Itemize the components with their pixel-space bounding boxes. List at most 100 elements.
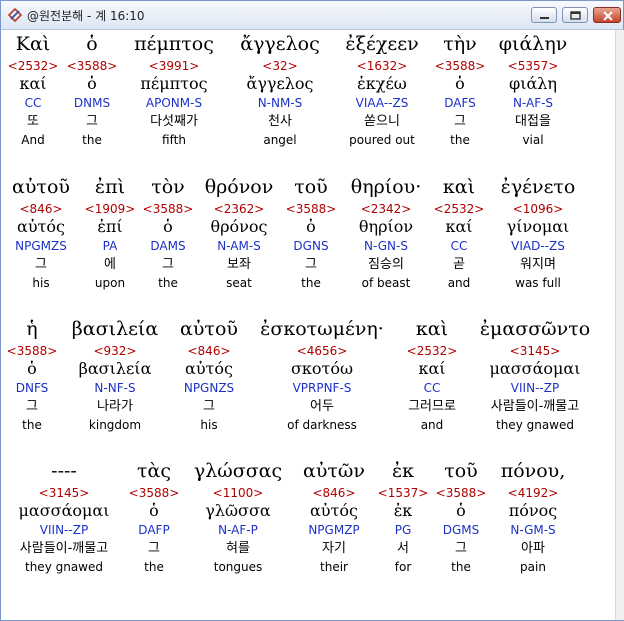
word-column[interactable]: θηρίου· <2342> θηρίον N-GN-S 짐승의 of beast — [351, 175, 421, 291]
word-column[interactable]: ἐπὶ <1909> ἐπί PA 에 upon — [85, 175, 136, 291]
word-column[interactable]: τὰς <3588> ὁ DAFP 그 the — [129, 459, 180, 575]
strong-number[interactable]: <3588> — [436, 485, 487, 501]
strong-number[interactable]: <4192> — [508, 485, 559, 501]
parsing-code: VIIN--ZP — [39, 523, 89, 537]
word-column[interactable]: αὐτοῦ <846> αὐτός NPGMZS 그 his — [12, 175, 70, 291]
word-column[interactable]: ---- <3145> μασσάομαι VIIN--ZP 사람들이-깨물고 they … — [19, 459, 110, 575]
lemma: φιάλη — [508, 74, 557, 93]
strong-number[interactable]: <846> — [19, 201, 62, 217]
word-column[interactable]: ἐγένετο <1096> γίνομαι VIAD--ZS 워지며 was full — [501, 175, 576, 291]
greek-word: ---- — [51, 460, 77, 482]
english-gloss: the — [158, 276, 178, 290]
korean-gloss: 혀를 — [226, 541, 250, 556]
english-gloss: poured out — [349, 133, 415, 147]
korean-gloss: 곧 — [453, 257, 465, 272]
strong-number[interactable]: <1537> — [378, 485, 429, 501]
lemma: ἄγγελος — [246, 74, 314, 93]
word-column[interactable]: θρόνον <2362> θρόνος N-AM-S 보좌 seat — [205, 175, 274, 291]
word-column[interactable]: τοῦ <3588> ὁ DGNS 그 the — [286, 175, 337, 291]
title-bar[interactable]: @원전분해 - 계 16:10 — [1, 1, 623, 30]
strong-number[interactable]: <3588> — [129, 485, 180, 501]
word-column[interactable]: ἐκ <1537> ἐκ PG 서 for — [378, 459, 429, 575]
parsing-code: DAFS — [444, 96, 476, 110]
english-gloss: fifth — [162, 133, 186, 147]
lemma: ὁ — [87, 74, 97, 93]
parsing-code: CC — [423, 381, 441, 395]
strong-number[interactable]: <1100> — [213, 485, 264, 501]
strong-number[interactable]: <4656> — [297, 343, 348, 359]
parsing-code: N-AF-P — [218, 523, 258, 537]
word-column[interactable]: ἐξέχεεν <1632> ἐκχέω VIAA--ZS 쏟으니 poured out — [345, 32, 418, 148]
word-column[interactable]: γλώσσας <1100> γλῶσσα N-AF-P 혀를 tongues — [194, 459, 282, 575]
strong-number[interactable]: <1096> — [513, 201, 564, 217]
minimize-icon — [540, 17, 549, 19]
word-column[interactable]: ἐσκοτωμένη· <4656> σκοτόω VPRPNF-S 어두 of dark… — [260, 317, 384, 433]
word-column[interactable]: Καὶ <2532> καί CC 또 And — [8, 32, 59, 148]
word-column[interactable]: τοῦ <3588> ὁ DGMS 그 the — [436, 459, 487, 575]
word-column[interactable]: ἄγγελος <32> ἄγγελος N-NM-S 천사 angel — [240, 32, 320, 148]
greek-word: καὶ — [442, 176, 476, 198]
korean-gloss: 짐승의 — [368, 257, 404, 272]
word-column[interactable]: αὐτοῦ <846> αὐτός NPGNZS 그 his — [180, 317, 238, 433]
strong-number[interactable]: <1632> — [357, 58, 408, 74]
korean-gloss: 그 — [35, 257, 47, 272]
word-column[interactable]: ὁ <3588> ὁ DNMS 그 the — [67, 32, 118, 148]
word-column[interactable]: αὐτῶν <846> αὐτός NPGMZP 자기 their — [303, 459, 365, 575]
strong-number[interactable]: <932> — [93, 343, 136, 359]
strong-number[interactable]: <2362> — [214, 201, 265, 217]
vertical-scrollbar[interactable] — [615, 30, 624, 620]
strong-number[interactable]: <3145> — [510, 343, 561, 359]
word-column[interactable]: φιάλην <5357> φιάλη N-AF-S 대접을 vial — [499, 32, 568, 148]
strong-number[interactable]: <3588> — [67, 58, 118, 74]
word-column[interactable]: καὶ <2532> καί CC 곧 and — [434, 175, 485, 291]
strong-number[interactable]: <32> — [262, 58, 297, 74]
parsing-code: DNFS — [15, 381, 49, 395]
strong-number[interactable]: <3991> — [149, 58, 200, 74]
strong-number[interactable]: <3588> — [143, 201, 194, 217]
lemma: ἐκ — [393, 501, 413, 520]
word-column[interactable]: βασιλεία <932> βασιλεία N-NF-S 나라가 kingdom — [72, 317, 158, 433]
strong-number[interactable]: <3588> — [7, 343, 58, 359]
minimize-button[interactable] — [531, 7, 557, 23]
parsing-code: VIAA--ZS — [355, 96, 409, 110]
greek-word: τὸν — [151, 176, 185, 198]
interlinear-window: @원전분해 - 계 16:10 Καὶ <2532> καί CC 또 And ὁ <358… — [0, 0, 624, 621]
maximize-button[interactable] — [562, 7, 588, 23]
word-column[interactable]: πέμπτος <3991> πέμπτος APONM-S 다섯째가 fifth — [134, 32, 214, 148]
parsing-code: DAFP — [138, 523, 170, 537]
korean-gloss: 어두 — [310, 399, 334, 414]
english-gloss: tongues — [213, 560, 263, 574]
word-column[interactable]: ἐμασσῶντο <3145> μασσάομαι VIIN--ZP 사람들이-깨물고… — [480, 317, 590, 433]
korean-gloss: 다섯째가 — [150, 114, 198, 129]
lemma: ἐπί — [97, 217, 123, 236]
close-button[interactable] — [593, 7, 621, 23]
word-column[interactable]: τὴν <3588> ὁ DAFS 그 the — [435, 32, 486, 148]
strong-number[interactable]: <2532> — [8, 58, 59, 74]
parsing-code: DGMS — [442, 523, 480, 537]
word-column[interactable]: τὸν <3588> ὁ DAMS 그 the — [143, 175, 194, 291]
strong-number[interactable]: <5357> — [508, 58, 559, 74]
greek-word: θηρίου· — [350, 176, 422, 198]
word-column[interactable]: καὶ <2532> καί CC 그러므로 and — [407, 317, 458, 433]
strong-number[interactable]: <3145> — [39, 485, 90, 501]
korean-gloss: 보좌 — [227, 257, 251, 272]
strong-number[interactable]: <846> — [187, 343, 230, 359]
greek-word: θρόνον — [204, 176, 274, 198]
strong-number[interactable]: <1909> — [85, 201, 136, 217]
word-column[interactable]: πόνου, <4192> πόνος N-GM-S 아파 pain — [501, 459, 566, 575]
strong-number[interactable]: <3588> — [286, 201, 337, 217]
word-column[interactable]: ἡ <3588> ὁ DNFS 그 the — [7, 317, 58, 433]
strong-number[interactable]: <846> — [312, 485, 355, 501]
strong-number[interactable]: <3588> — [435, 58, 486, 74]
english-gloss: was full — [515, 276, 561, 290]
strong-number[interactable]: <2532> — [434, 201, 485, 217]
strong-number[interactable]: <2342> — [361, 201, 412, 217]
english-gloss: upon — [94, 276, 126, 290]
english-gloss: of darkness — [287, 418, 357, 432]
english-gloss: And — [21, 133, 45, 147]
greek-word: ὁ — [86, 33, 98, 55]
korean-gloss: 그 — [86, 114, 98, 129]
strong-number[interactable]: <2532> — [407, 343, 458, 359]
lemma: αὐτός — [17, 217, 65, 236]
english-gloss: of beast — [361, 276, 411, 290]
